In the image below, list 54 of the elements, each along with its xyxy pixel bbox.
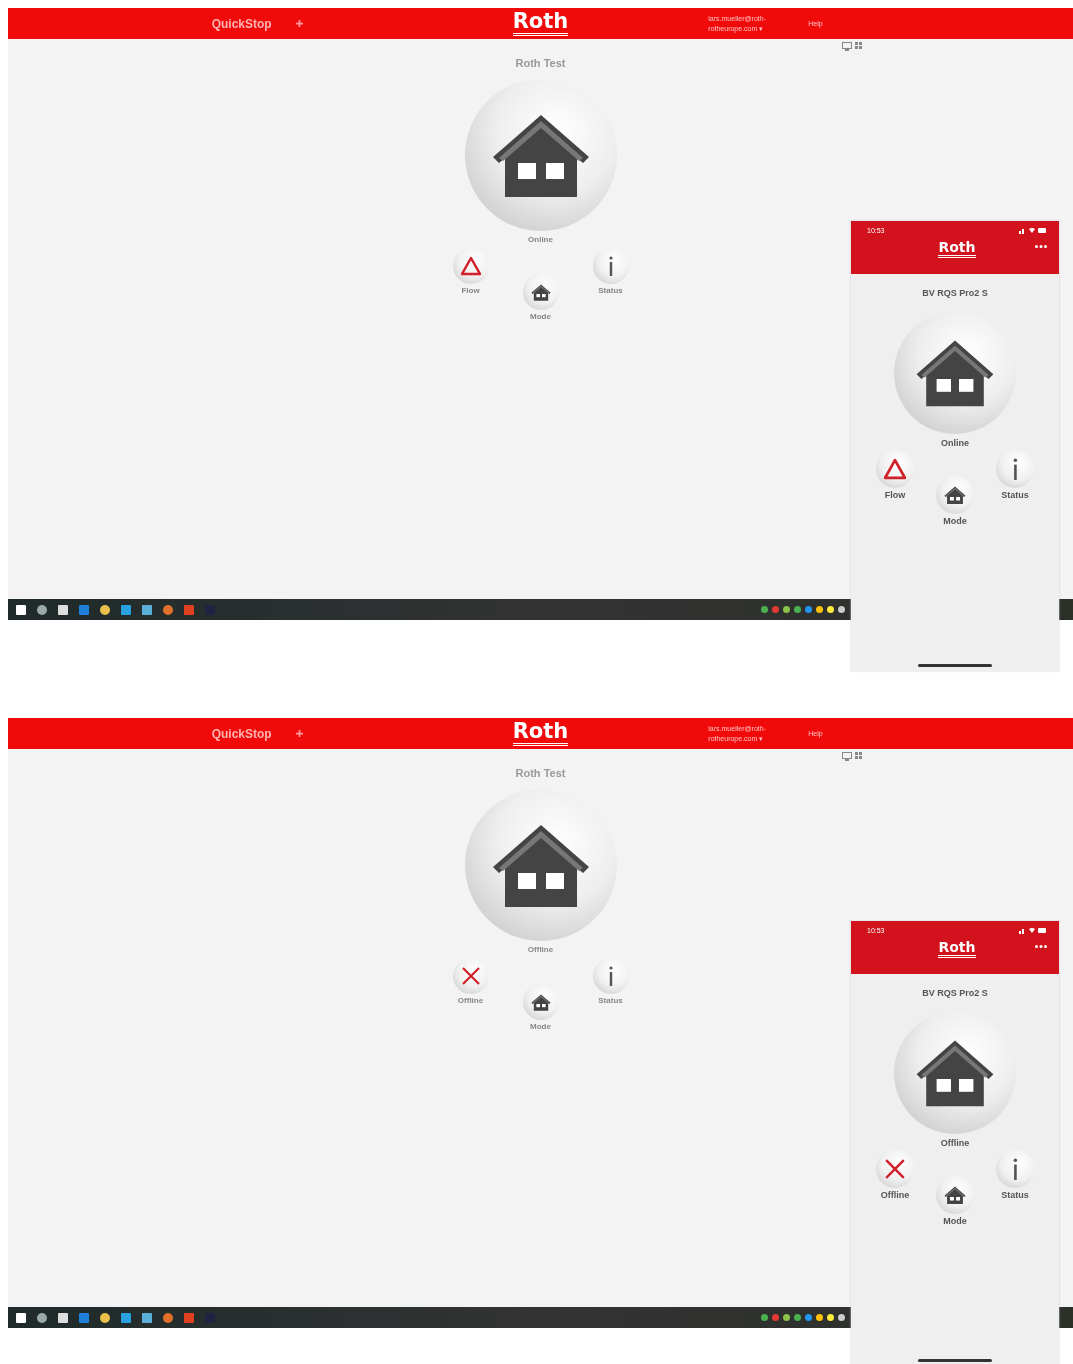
menu-link[interactable]: QuickStop bbox=[211, 726, 272, 741]
status-text: Online bbox=[941, 438, 969, 448]
house-icon bbox=[944, 1185, 966, 1205]
button-label: Flow bbox=[884, 490, 906, 500]
warning-triangle-icon bbox=[884, 458, 906, 480]
button-label: Status bbox=[1001, 1190, 1029, 1200]
status-text: Offline bbox=[527, 945, 554, 954]
warning-triangle-icon bbox=[460, 256, 481, 276]
button-label: Status bbox=[598, 286, 623, 295]
grid-icon[interactable] bbox=[855, 42, 863, 50]
device-name: Roth Test bbox=[515, 57, 566, 69]
house-icon bbox=[915, 339, 995, 407]
taskbar-icon[interactable] bbox=[142, 1312, 152, 1323]
taskbar-icon[interactable] bbox=[142, 604, 152, 615]
device-name: Roth Test bbox=[515, 767, 566, 779]
device-name: BV RQS Pro2 S bbox=[922, 288, 988, 298]
logo: Roth bbox=[512, 11, 569, 36]
cross-icon bbox=[460, 966, 481, 986]
taskbar-icon[interactable] bbox=[16, 1312, 26, 1323]
status-icons bbox=[1019, 227, 1047, 234]
device-name: BV RQS Pro2 S bbox=[922, 988, 988, 998]
taskbar-icon[interactable] bbox=[100, 1312, 110, 1323]
taskbar-icon[interactable] bbox=[16, 604, 26, 615]
monitor-icon[interactable] bbox=[842, 752, 852, 761]
button-label: Status bbox=[598, 996, 623, 1005]
taskbar-icon[interactable] bbox=[37, 604, 47, 615]
logo: Roth bbox=[512, 721, 569, 746]
button-label: Mode bbox=[530, 312, 551, 321]
menu-link[interactable]: QuickStop bbox=[211, 16, 272, 31]
button-label: Status bbox=[1001, 490, 1029, 500]
logo: Roth bbox=[938, 240, 976, 258]
button-label: Flow bbox=[461, 286, 480, 295]
taskbar-icon[interactable] bbox=[37, 1312, 47, 1323]
status-text: Offline bbox=[940, 1138, 970, 1148]
more-icon[interactable] bbox=[1035, 945, 1047, 948]
monitor-icon[interactable] bbox=[842, 42, 852, 51]
more-icon[interactable] bbox=[1035, 245, 1047, 248]
status-icons bbox=[1019, 927, 1047, 934]
button-label: Mode bbox=[943, 1216, 967, 1226]
taskbar-icon[interactable] bbox=[58, 1312, 68, 1323]
cross-icon bbox=[884, 1158, 906, 1180]
grid-icon[interactable] bbox=[855, 752, 863, 760]
house-icon bbox=[915, 1039, 995, 1107]
house-icon bbox=[530, 283, 551, 301]
logo: Roth bbox=[938, 940, 976, 958]
house-icon bbox=[944, 485, 966, 505]
button-label: Mode bbox=[530, 1022, 551, 1031]
button-label: Offline bbox=[457, 996, 484, 1005]
taskbar-icon[interactable] bbox=[100, 604, 110, 615]
taskbar-icon[interactable] bbox=[58, 604, 68, 615]
status-text: Online bbox=[528, 235, 553, 244]
button-label: Offline bbox=[880, 1190, 910, 1200]
button-label: Mode bbox=[943, 516, 967, 526]
house-icon bbox=[530, 993, 551, 1011]
